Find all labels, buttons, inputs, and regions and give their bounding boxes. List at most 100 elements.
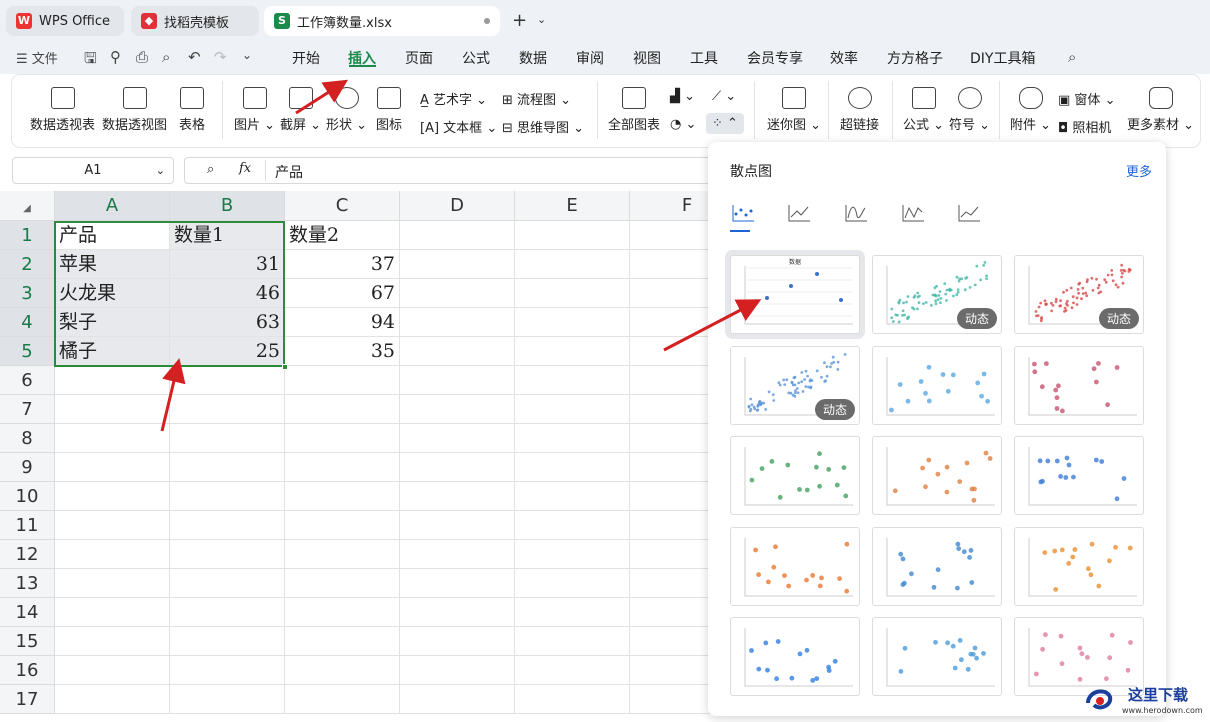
scatter-template-thumbnail[interactable] bbox=[730, 436, 860, 515]
cell[interactable]: 46 bbox=[170, 279, 285, 308]
cell[interactable] bbox=[400, 395, 515, 424]
scatter-line-icon[interactable] bbox=[956, 202, 982, 224]
menu-diy-toolbox[interactable]: DIY工具箱 bbox=[970, 48, 1035, 68]
screenshot-button[interactable]: 截屏 ⌄ bbox=[280, 87, 321, 133]
row-header[interactable]: 1 bbox=[0, 221, 55, 250]
cell[interactable]: 25 bbox=[170, 337, 285, 366]
more-link[interactable]: 更多 bbox=[1126, 161, 1152, 180]
symbol-button[interactable]: 符号 ⌄ bbox=[949, 87, 990, 133]
cell[interactable]: 产品 bbox=[55, 221, 170, 250]
menu-fangfang[interactable]: 方方格子 bbox=[887, 48, 943, 68]
cell[interactable] bbox=[400, 337, 515, 366]
cell[interactable] bbox=[170, 598, 285, 627]
chevron-down-icon[interactable]: ⌄ bbox=[242, 48, 252, 62]
cell[interactable]: 火龙果 bbox=[55, 279, 170, 308]
print-icon[interactable]: ⎙ bbox=[136, 48, 148, 66]
scatter-template-thumbnail[interactable] bbox=[872, 527, 1002, 606]
scatter-line-marker-icon[interactable] bbox=[900, 202, 926, 224]
cell[interactable] bbox=[400, 540, 515, 569]
cell[interactable] bbox=[285, 395, 400, 424]
cell[interactable] bbox=[170, 685, 285, 714]
zoom-icon[interactable]: ⌕ bbox=[207, 162, 214, 177]
cell[interactable] bbox=[170, 540, 285, 569]
row-header[interactable]: 11 bbox=[0, 511, 55, 540]
row-header[interactable]: 2 bbox=[0, 250, 55, 279]
save-icon[interactable]: 🖫 bbox=[84, 48, 97, 73]
cell[interactable] bbox=[630, 627, 720, 656]
cell[interactable] bbox=[170, 569, 285, 598]
tab-wps-office[interactable]: W WPS Office bbox=[6, 6, 124, 36]
undo-icon[interactable]: ↶ bbox=[188, 48, 201, 66]
column-header-a[interactable]: A bbox=[55, 191, 170, 221]
cell[interactable] bbox=[630, 395, 720, 424]
wordart-button[interactable]: A̲ 艺术字 ⌄ bbox=[420, 89, 487, 108]
cell[interactable] bbox=[630, 685, 720, 714]
cell[interactable]: 数量1 bbox=[170, 221, 285, 250]
cell[interactable]: 35 bbox=[285, 337, 400, 366]
menu-review[interactable]: 审阅 bbox=[576, 48, 604, 68]
row-header[interactable]: 5 bbox=[0, 337, 55, 366]
cell[interactable] bbox=[285, 366, 400, 395]
cell[interactable] bbox=[515, 598, 630, 627]
cell[interactable] bbox=[630, 366, 720, 395]
cell[interactable] bbox=[630, 337, 720, 366]
scatter-template-thumbnail[interactable] bbox=[730, 527, 860, 606]
cell[interactable]: 橘子 bbox=[55, 337, 170, 366]
cell[interactable] bbox=[170, 482, 285, 511]
cell[interactable] bbox=[630, 250, 720, 279]
column-chart-button[interactable]: ▟ ⌄ bbox=[670, 89, 695, 104]
textbox-button[interactable]: [A] 文本框 ⌄ bbox=[420, 117, 497, 136]
pie-chart-button[interactable]: ◔ ⌄ bbox=[670, 117, 696, 132]
mindmap-button[interactable]: ⊟ 思维导图 ⌄ bbox=[502, 117, 584, 136]
sparkline-button[interactable]: 迷你图 ⌄ bbox=[767, 87, 821, 133]
cell[interactable]: 梨子 bbox=[55, 308, 170, 337]
cell[interactable] bbox=[515, 511, 630, 540]
scatter-template-thumbnail[interactable] bbox=[872, 436, 1002, 515]
fill-handle[interactable] bbox=[282, 364, 288, 370]
cell[interactable] bbox=[515, 627, 630, 656]
cell[interactable] bbox=[630, 656, 720, 685]
cell[interactable]: 37 bbox=[285, 250, 400, 279]
scatter-template-thumbnail[interactable]: 动态 bbox=[1014, 255, 1144, 334]
row-header[interactable]: 14 bbox=[0, 598, 55, 627]
cell[interactable] bbox=[515, 221, 630, 250]
cell[interactable] bbox=[400, 279, 515, 308]
cell[interactable] bbox=[515, 540, 630, 569]
row-header[interactable]: 15 bbox=[0, 627, 55, 656]
tab-templates[interactable]: ◆ 找稻壳模板 bbox=[131, 6, 259, 36]
cell[interactable] bbox=[630, 598, 720, 627]
cell[interactable] bbox=[515, 279, 630, 308]
cell[interactable] bbox=[400, 366, 515, 395]
pivot-table-button[interactable]: 数据透视表 bbox=[30, 87, 95, 133]
cell[interactable] bbox=[515, 395, 630, 424]
cell[interactable] bbox=[170, 656, 285, 685]
all-charts-button[interactable]: 全部图表 bbox=[608, 87, 660, 133]
cell[interactable] bbox=[285, 453, 400, 482]
chevron-down-icon[interactable]: ⌄ bbox=[537, 13, 546, 26]
cell[interactable]: 数量2 bbox=[285, 221, 400, 250]
cell[interactable]: 31 bbox=[170, 250, 285, 279]
cell[interactable] bbox=[285, 424, 400, 453]
scatter-template-thumbnail[interactable] bbox=[1014, 527, 1144, 606]
cell[interactable] bbox=[55, 569, 170, 598]
row-header[interactable]: 10 bbox=[0, 482, 55, 511]
menu-formula[interactable]: 公式 bbox=[462, 48, 490, 68]
file-menu[interactable]: ☰ 文件 bbox=[16, 48, 58, 67]
cell[interactable] bbox=[630, 308, 720, 337]
window-button[interactable]: ▣ 窗体 ⌄ bbox=[1058, 89, 1115, 108]
cell[interactable] bbox=[55, 511, 170, 540]
cell[interactable]: 94 bbox=[285, 308, 400, 337]
cell[interactable] bbox=[55, 656, 170, 685]
cell[interactable]: 67 bbox=[285, 279, 400, 308]
menu-page[interactable]: 页面 bbox=[405, 48, 433, 68]
row-header[interactable]: 16 bbox=[0, 656, 55, 685]
cell[interactable] bbox=[400, 598, 515, 627]
select-all-corner[interactable]: ◢ bbox=[0, 191, 55, 221]
cell[interactable] bbox=[400, 453, 515, 482]
scatter-template-thumbnail[interactable] bbox=[1014, 436, 1144, 515]
cell[interactable] bbox=[630, 453, 720, 482]
menu-view[interactable]: 视图 bbox=[633, 48, 661, 68]
more-material-button[interactable]: 更多素材 ⌄ bbox=[1127, 87, 1194, 133]
cell[interactable] bbox=[170, 511, 285, 540]
column-header-c[interactable]: C bbox=[285, 191, 400, 221]
